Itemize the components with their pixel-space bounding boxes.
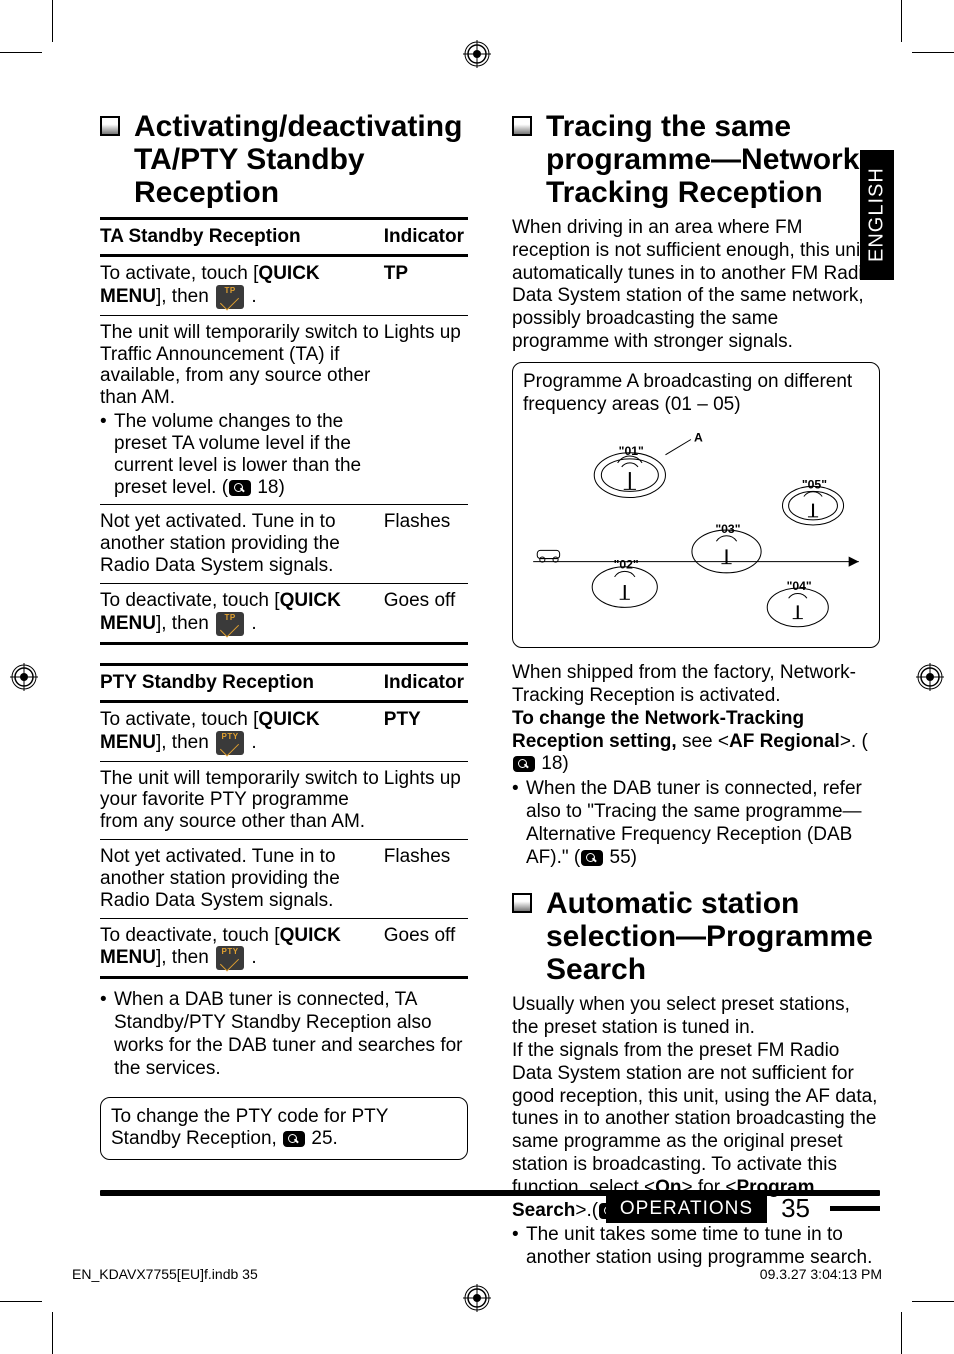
table-header: PTY Standby Reception (100, 664, 384, 701)
heading-text: Tracing the same programme—Network-Track… (546, 110, 869, 209)
svg-text:A: A (694, 431, 703, 445)
paragraph: To change the Network-Tracking Reception… (512, 708, 880, 776)
table-row: To activate, touch [QUICK MENU], then PT… (100, 701, 468, 761)
svg-text:"02": "02" (614, 558, 639, 572)
paragraph: When driving in an area where FM recepti… (512, 217, 880, 354)
table-row: To activate, touch [QUICK MENU], then TP… (100, 255, 468, 315)
pty-standby-table: PTY Standby Reception Indicator To activ… (100, 663, 468, 980)
footer-stub-icon (830, 1206, 880, 1211)
table-row: The unit will temporarily switch to your… (100, 761, 468, 840)
table-header: Indicator (384, 219, 468, 256)
svg-text:"01": "01" (619, 444, 644, 458)
reference-icon (513, 756, 535, 772)
crop-mark (912, 52, 954, 53)
square-bullet-icon (512, 116, 532, 136)
registration-mark-icon (10, 663, 38, 691)
cell-text: The unit will temporarily switch to your… (100, 761, 384, 840)
section-heading-network-tracking: Tracing the same programme—Network-Track… (512, 110, 880, 209)
cell-text: To deactivate, touch [ (100, 590, 280, 611)
ta-standby-table: TA Standby Reception Indicator To activa… (100, 217, 468, 645)
print-file-name: EN_KDAVX7755[EU]f.indb 35 (72, 1266, 258, 1282)
pty-toggle-icon: PTY (216, 731, 244, 755)
table-row: Not yet activated. Tune in to another st… (100, 840, 468, 919)
svg-text:"05": "05" (802, 478, 827, 492)
list-item: When the DAB tuner is connected, refer a… (526, 778, 880, 869)
heading-text: Automatic station selection—Programme Se… (546, 887, 873, 986)
cell-text: Goes off (384, 918, 468, 978)
page-number: 35 (781, 1193, 810, 1224)
cell-text: Flashes (384, 505, 468, 584)
diagram-caption: Programme A broadcasting on different fr… (523, 371, 869, 417)
table-row: Not yet activated. Tune in to another st… (100, 505, 468, 584)
page-footer: OPERATIONS 35 (100, 1190, 880, 1224)
cell-text: Not yet activated. Tune in to another st… (100, 505, 384, 584)
pty-toggle-icon: PTY (216, 946, 244, 970)
cell-text: To deactivate, touch [ (100, 925, 280, 946)
cell-text: To activate, touch [ (100, 709, 258, 730)
reference-icon (581, 850, 603, 866)
cell-text: Not yet activated. Tune in to another st… (100, 840, 384, 919)
crop-mark (901, 0, 902, 42)
table-header: TA Standby Reception (100, 219, 384, 256)
print-timestamp: 09.3.27 3:04:13 PM (760, 1266, 882, 1282)
crop-mark (0, 52, 42, 53)
cell-text: PTY (384, 709, 421, 730)
reference-icon (229, 480, 251, 496)
crop-mark (0, 1301, 42, 1302)
list-item: When a DAB tuner is connected, TA Standb… (114, 989, 468, 1080)
crop-mark (52, 0, 53, 42)
tp-toggle-icon: TP (216, 612, 244, 636)
note-box: To change the PTY code for PTY Standby R… (100, 1097, 468, 1161)
crop-mark (912, 1301, 954, 1302)
cell-text: ], then (156, 613, 214, 634)
cell-text: The unit will temporarily switch to Traf… (100, 322, 379, 409)
network-diagram: Programme A broadcasting on different fr… (512, 362, 880, 648)
svg-text:"03": "03" (715, 522, 740, 536)
table-row: To deactivate, touch [QUICK MENU], then … (100, 583, 468, 643)
section-heading-programme-search: Automatic station selection—Programme Se… (512, 887, 880, 986)
paragraph: Usually when you select preset stations,… (512, 994, 880, 1040)
svg-text:"04": "04" (787, 579, 812, 593)
cell-text: 18 (257, 477, 278, 498)
registration-mark-icon (463, 1284, 491, 1312)
cell-text: Flashes (384, 840, 468, 919)
cell-text: ], then (156, 732, 214, 753)
tp-toggle-icon: TP (216, 285, 244, 309)
paragraph: When shipped from the factory, Network-T… (512, 662, 880, 708)
note-text: 25. (311, 1128, 337, 1149)
note-text: To change the PTY code for PTY Standby R… (111, 1106, 388, 1150)
cell-text: TP (384, 263, 408, 284)
print-footer: EN_KDAVX7755[EU]f.indb 35 09.3.27 3:04:1… (72, 1266, 882, 1282)
table-row: To deactivate, touch [QUICK MENU], then … (100, 918, 468, 978)
registration-mark-icon (463, 40, 491, 68)
list-item: The unit takes some time to tune in to a… (526, 1224, 880, 1270)
cell-text: Goes off (384, 583, 468, 643)
reference-icon (283, 1131, 305, 1147)
heading-text: Activating/deactivating TA/PTY Standby R… (134, 110, 462, 209)
table-row: The unit will temporarily switch to Traf… (100, 315, 468, 505)
cell-text: ], then (156, 286, 214, 307)
square-bullet-icon (512, 893, 532, 913)
square-bullet-icon (100, 116, 120, 136)
cell-text: To activate, touch [ (100, 263, 258, 284)
cell-text: Lights up (384, 761, 468, 840)
cell-text: Lights up (384, 315, 468, 505)
diagram-svg-icon: "01" A "02" (523, 416, 869, 636)
crop-mark (52, 1312, 53, 1354)
table-header: Indicator (384, 664, 468, 701)
crop-mark (901, 1312, 902, 1354)
cell-text: ], then (156, 947, 214, 968)
registration-mark-icon (916, 663, 944, 691)
footer-section-label: OPERATIONS (606, 1195, 767, 1223)
section-heading-ta-pty: Activating/deactivating TA/PTY Standby R… (100, 110, 468, 209)
